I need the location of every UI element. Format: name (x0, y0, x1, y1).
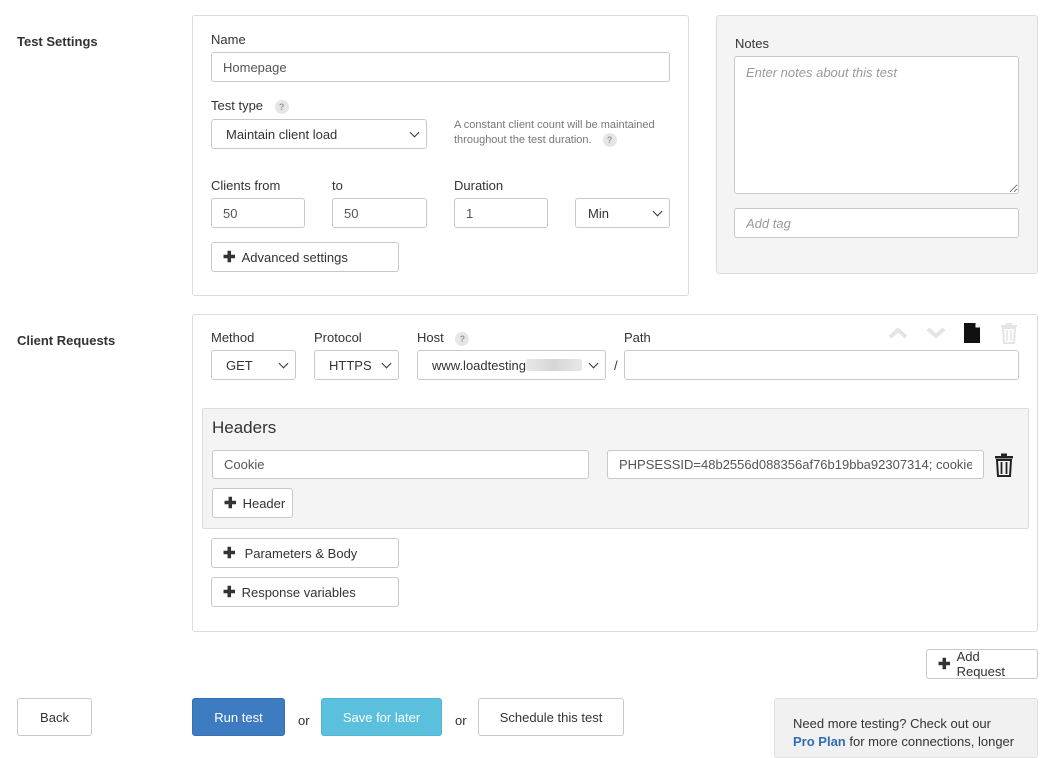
add-header-button[interactable]: ✚ Header (212, 488, 293, 518)
pro-plan-link[interactable]: Pro Plan (793, 734, 846, 749)
test-type-label: Test type ? (211, 98, 289, 114)
chevron-down-icon (278, 358, 289, 369)
notes-textarea[interactable] (734, 56, 1019, 194)
method-select[interactable]: GET (211, 350, 296, 380)
protocol-select[interactable]: HTTPS (314, 350, 399, 380)
host-label: Host ? (417, 330, 470, 346)
clients-from-label: Clients from (211, 178, 281, 193)
redacted-host (525, 359, 582, 371)
notes-panel: Notes (716, 15, 1038, 274)
plus-icon: ✚ (938, 655, 951, 673)
path-separator: / (614, 358, 618, 373)
back-button[interactable]: Back (17, 698, 92, 736)
notes-label: Notes (735, 36, 769, 51)
or-text: or (298, 713, 310, 728)
chevron-down-icon (588, 358, 599, 369)
help-icon[interactable]: ? (602, 133, 617, 148)
duplicate-request-icon[interactable] (961, 321, 983, 345)
client-requests-heading: Client Requests (17, 333, 116, 348)
duration-label: Duration (454, 178, 504, 193)
add-request-button[interactable]: ✚ Add Request (926, 649, 1038, 679)
method-label: Method (211, 330, 255, 345)
test-type-hint: A constant client count will be maintain… (454, 119, 655, 148)
response-variables-button[interactable]: ✚ Response variables (211, 577, 399, 607)
add-tag-input[interactable] (734, 208, 1019, 238)
duration-input[interactable] (454, 198, 548, 228)
test-settings-panel: Name Test type ? Maintain client load A … (192, 15, 689, 296)
path-label: Path (624, 330, 651, 345)
delete-header-icon[interactable] (993, 452, 1015, 478)
parameters-body-button[interactable]: ✚ Parameters & Body (211, 538, 399, 568)
or-text: or (455, 713, 467, 728)
save-for-later-button[interactable]: Save for later (321, 698, 442, 736)
chevron-down-icon (381, 358, 392, 369)
path-input[interactable] (624, 350, 1019, 380)
headers-title: Headers (212, 418, 277, 437)
schedule-test-button[interactable]: Schedule this test (478, 698, 624, 736)
delete-request-icon[interactable] (998, 321, 1020, 345)
chevron-down-icon (652, 206, 663, 217)
protocol-label: Protocol (314, 330, 362, 345)
test-settings-heading: Test Settings (17, 34, 98, 49)
host-select[interactable]: www.loadtesting (417, 350, 606, 380)
headers-box: Headers ✚ Header (202, 408, 1029, 529)
name-label: Name (211, 32, 246, 47)
advanced-settings-button[interactable]: ✚ Advanced settings (211, 242, 399, 272)
plus-icon: ✚ (223, 583, 236, 601)
name-input[interactable] (211, 52, 670, 82)
clients-to-input[interactable] (332, 198, 427, 228)
clients-from-input[interactable] (211, 198, 305, 228)
header-value-input[interactable] (607, 450, 984, 479)
client-requests-panel: Method GET Protocol HTTPS Host ? www.loa… (192, 314, 1038, 632)
plus-icon: ✚ (223, 248, 236, 266)
duration-unit-select[interactable]: Min (575, 198, 670, 228)
run-test-button[interactable]: Run test (192, 698, 285, 736)
header-name-input[interactable] (212, 450, 589, 479)
clients-to-label: to (332, 178, 343, 193)
help-icon[interactable]: ? (455, 331, 470, 346)
chevron-down-icon (409, 127, 420, 138)
move-up-icon[interactable] (887, 324, 909, 342)
plus-icon: ✚ (223, 544, 236, 562)
pro-plan-promo: Need more testing? Check out our Pro Pla… (774, 698, 1038, 758)
move-down-icon[interactable] (925, 324, 947, 342)
plus-icon: ✚ (224, 494, 237, 512)
test-type-select[interactable]: Maintain client load (211, 119, 427, 149)
help-icon[interactable]: ? (274, 99, 289, 114)
